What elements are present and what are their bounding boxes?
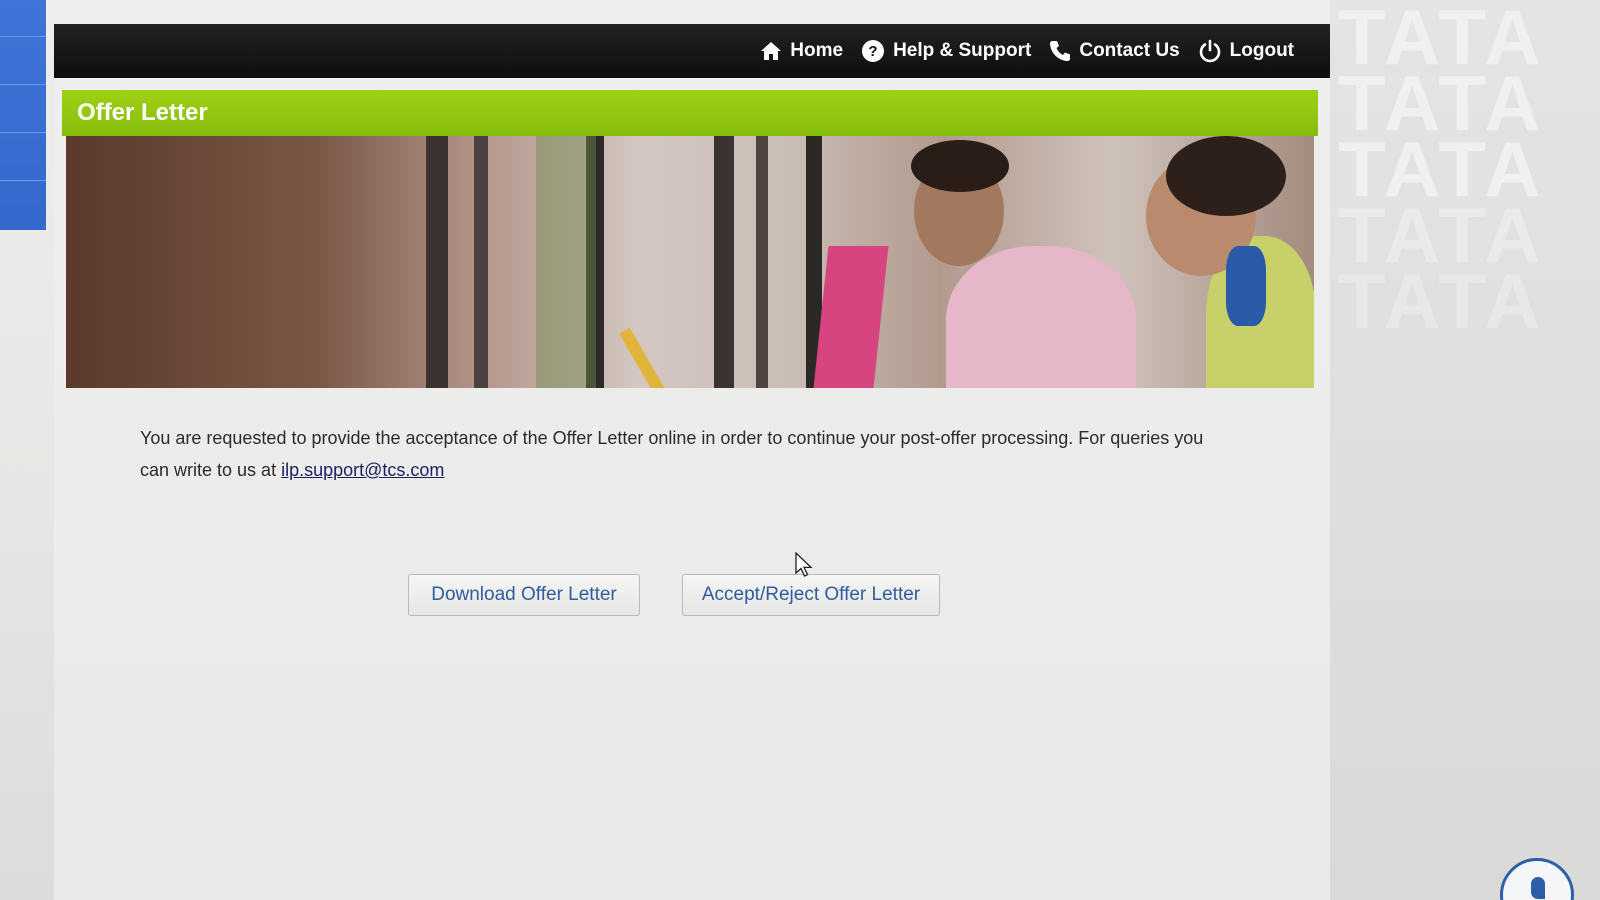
- nav-help-label: Help & Support: [893, 40, 1032, 61]
- support-email-link[interactable]: ilp.support@tcs.com: [281, 460, 444, 480]
- watermark-logo: TATA: [1338, 257, 1545, 345]
- nav-contact-us[interactable]: Contact Us: [1049, 40, 1180, 62]
- home-icon: [761, 42, 782, 60]
- offer-instructions: You are requested to provide the accepta…: [140, 422, 1220, 486]
- right-watermark-area: TATA TATA TATA TATA TATA: [1330, 0, 1600, 900]
- banner-image: [66, 136, 1314, 388]
- nav-home[interactable]: Home: [760, 40, 843, 62]
- svg-text:?: ?: [868, 43, 877, 60]
- download-offer-letter-button[interactable]: Download Offer Letter: [408, 574, 640, 616]
- accept-reject-offer-letter-button[interactable]: Accept/Reject Offer Letter: [682, 574, 940, 616]
- main-panel: Home ? Help & Support Contact Us Logout …: [54, 24, 1330, 900]
- nav-help-support[interactable]: ? Help & Support: [861, 39, 1031, 63]
- power-icon: [1199, 39, 1220, 63]
- left-sidebar-strip: [0, 0, 46, 230]
- top-navigation: Home ? Help & Support Contact Us Logout: [54, 24, 1330, 78]
- nav-home-label: Home: [790, 40, 844, 61]
- nav-logout-label: Logout: [1229, 40, 1294, 61]
- mouse-cursor-icon: [795, 552, 813, 577]
- nav-logout[interactable]: Logout: [1198, 39, 1294, 63]
- nav-contact-label: Contact Us: [1079, 40, 1180, 61]
- page-title: Offer Letter: [77, 99, 208, 126]
- phone-icon: [1050, 41, 1071, 61]
- help-icon: ?: [862, 40, 885, 62]
- section-header: Offer Letter: [62, 90, 1318, 136]
